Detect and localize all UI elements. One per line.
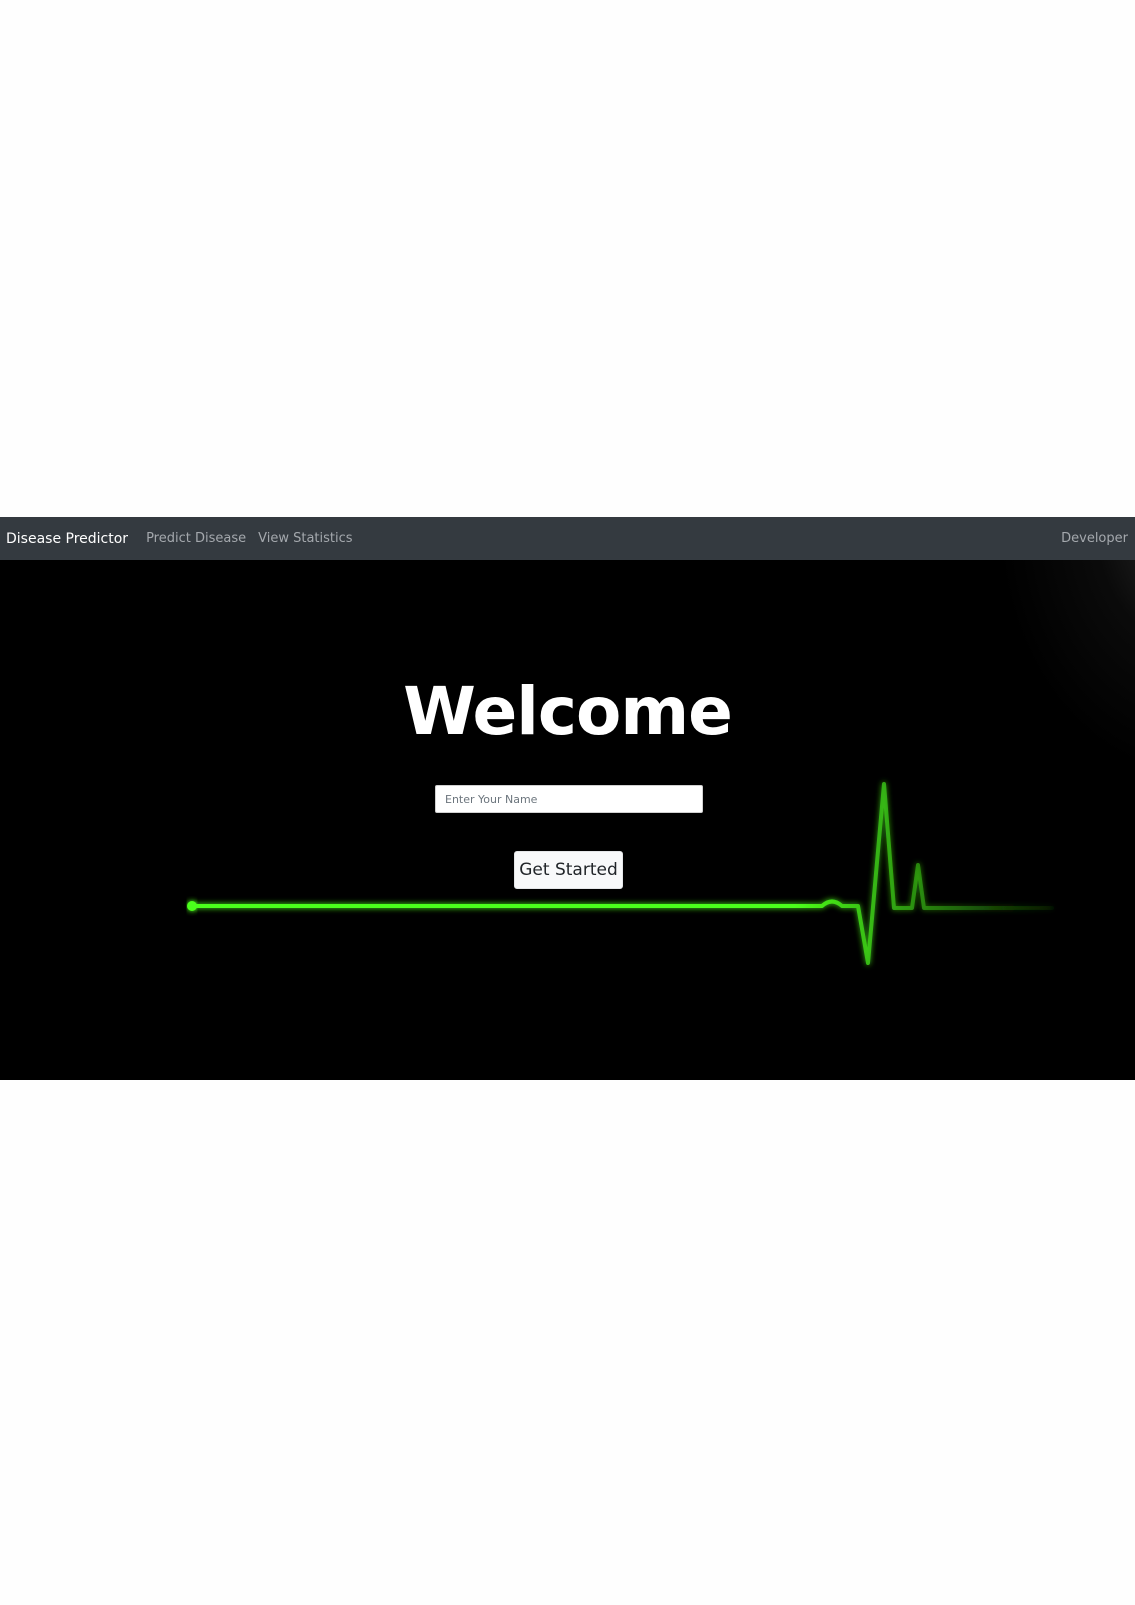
get-started-button[interactable]: Get Started — [514, 851, 623, 889]
heartbeat-line-icon — [187, 782, 1054, 965]
name-input[interactable] — [435, 785, 703, 813]
hero-section: Welcome Get Started — [0, 560, 1135, 1080]
navbar-brand[interactable]: Disease Predictor — [6, 531, 128, 547]
app-screenshot: Disease Predictor Predict Disease View S… — [0, 517, 1135, 1080]
navbar-right: Developer — [1061, 517, 1128, 560]
nav-link-view-statistics[interactable]: View Statistics — [258, 531, 352, 546]
nav-link-predict-disease[interactable]: Predict Disease — [146, 531, 246, 546]
navbar: Disease Predictor Predict Disease View S… — [0, 517, 1135, 560]
nav-link-developer[interactable]: Developer — [1061, 531, 1128, 546]
welcome-title: Welcome — [403, 673, 733, 750]
